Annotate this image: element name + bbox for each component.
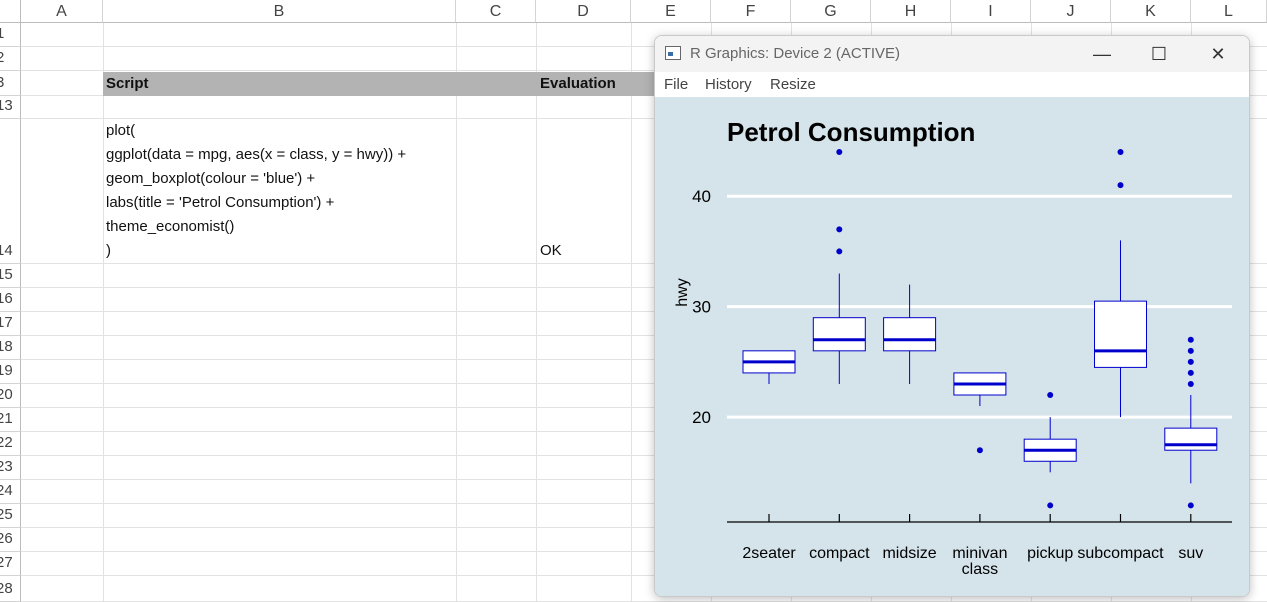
menu-resize[interactable]: Resize (770, 76, 816, 93)
outlier-point (1047, 392, 1054, 398)
row-header-24[interactable]: 24 (0, 480, 21, 504)
row-header-13[interactable]: 13 (0, 96, 21, 119)
boxplot-chart: Petrol Consumption 20 30 40 hwy 2seater compac… (674, 117, 1232, 578)
row-header-27[interactable]: 27 (0, 552, 21, 576)
x-axis-label: class (962, 561, 998, 578)
row-header-22[interactable]: 22 (0, 432, 21, 456)
script-header[interactable]: Script (106, 75, 149, 92)
r-graphics-window[interactable]: R Graphics: Device 2 (ACTIVE) — ☐ ✕ File… (654, 35, 1250, 597)
box-iqr (1164, 427, 1218, 451)
y-tick-label: 20 (692, 408, 711, 427)
outlier-point (836, 149, 843, 156)
box-iqr (1094, 300, 1147, 368)
y-axis-label: hwy (674, 278, 691, 306)
column-header-d[interactable]: D (536, 0, 631, 23)
row-header-1[interactable]: 1 (0, 23, 21, 47)
script-line[interactable]: ) (106, 242, 111, 259)
row-header-18[interactable]: 18 (0, 336, 21, 360)
row-header-2[interactable]: 2 (0, 47, 21, 71)
minimize-button[interactable]: — (1079, 36, 1125, 72)
row-header-25[interactable]: 25 (0, 504, 21, 528)
window-title: R Graphics: Device 2 (ACTIVE) (690, 45, 901, 62)
x-tick-label: suv (1178, 545, 1203, 562)
x-tick-label: minivan (952, 545, 1007, 562)
row-header-16[interactable]: 16 (0, 288, 21, 312)
window-titlebar[interactable]: R Graphics: Device 2 (ACTIVE) — ☐ ✕ (655, 36, 1249, 72)
y-tick-label: 40 (692, 187, 711, 206)
outlier-point (836, 226, 843, 233)
y-tick-label: 30 (692, 298, 711, 317)
script-line[interactable]: ggplot(data = mpg, aes(x = class, y = hw… (106, 146, 406, 163)
row-header-28[interactable]: 28 (0, 576, 21, 602)
outlier-point (1187, 502, 1194, 509)
row-header-14[interactable]: 14 (0, 119, 21, 264)
chart-title: Petrol Consumption (727, 117, 975, 147)
column-header-j[interactable]: J (1031, 0, 1111, 23)
row-header-26[interactable]: 26 (0, 528, 21, 552)
x-tick-label: compact (809, 545, 870, 562)
x-tick-label: pickup (1027, 545, 1073, 562)
column-header-h[interactable]: H (871, 0, 951, 23)
script-line[interactable]: plot( (106, 122, 135, 139)
column-gridline (103, 23, 104, 602)
menu-history[interactable]: History (705, 76, 752, 93)
header-fill-c (456, 72, 536, 96)
script-line[interactable]: labs(title = 'Petrol Consumption') + (106, 194, 334, 211)
column-header-g[interactable]: G (791, 0, 871, 23)
maximize-button[interactable]: ☐ (1136, 36, 1182, 72)
row-header-23[interactable]: 23 (0, 456, 21, 480)
column-gridline (631, 23, 632, 602)
outlier-point (976, 447, 983, 454)
outlier-point (1047, 502, 1054, 509)
box-iqr (812, 317, 866, 352)
outlier-point (1187, 369, 1194, 376)
evaluation-result[interactable]: OK (540, 242, 562, 259)
x-tick-label: midsize (882, 545, 936, 562)
evaluation-header[interactable]: Evaluation (540, 75, 616, 92)
outlier-point (1117, 149, 1124, 156)
column-header-k[interactable]: K (1111, 0, 1191, 23)
row-header-15[interactable]: 15 (0, 264, 21, 288)
row-header-19[interactable]: 19 (0, 360, 21, 384)
outlier-point (1187, 358, 1194, 365)
row-header-3[interactable]: 3 (0, 71, 21, 96)
row-header-17[interactable]: 17 (0, 312, 21, 336)
script-header-fill (103, 72, 456, 96)
outlier-point (1187, 336, 1194, 343)
script-line[interactable]: geom_boxplot(colour = 'blue') + (106, 170, 315, 187)
column-header-c[interactable]: C (456, 0, 536, 23)
outlier-point (1187, 347, 1194, 354)
plot-area: Petrol Consumption 20 30 40 hwy 2seater compac… (655, 97, 1249, 596)
row-header-21[interactable]: 21 (0, 408, 21, 432)
menu-bar: File History Resize (655, 72, 1249, 96)
column-gridline (536, 23, 537, 602)
outlier-point (836, 248, 843, 255)
outlier-point (1187, 380, 1194, 387)
row-header-20[interactable]: 20 (0, 384, 21, 408)
column-gridline (456, 23, 457, 602)
column-header-b[interactable]: B (103, 0, 456, 23)
select-all-corner[interactable] (0, 0, 21, 23)
column-header-e[interactable]: E (631, 0, 711, 23)
x-tick-label: 2seater (742, 545, 796, 562)
r-graphics-app-icon (665, 46, 681, 60)
x-tick-label: subcompact (1077, 545, 1164, 562)
menu-file[interactable]: File (664, 76, 688, 93)
column-header-i[interactable]: I (951, 0, 1031, 23)
close-button[interactable]: ✕ (1195, 36, 1241, 72)
column-header-f[interactable]: F (711, 0, 791, 23)
column-header-a[interactable]: A (21, 0, 103, 23)
script-line[interactable]: theme_economist() (106, 218, 234, 235)
outlier-point (1117, 182, 1124, 189)
box-iqr (883, 317, 937, 352)
column-header-l[interactable]: L (1191, 0, 1267, 23)
